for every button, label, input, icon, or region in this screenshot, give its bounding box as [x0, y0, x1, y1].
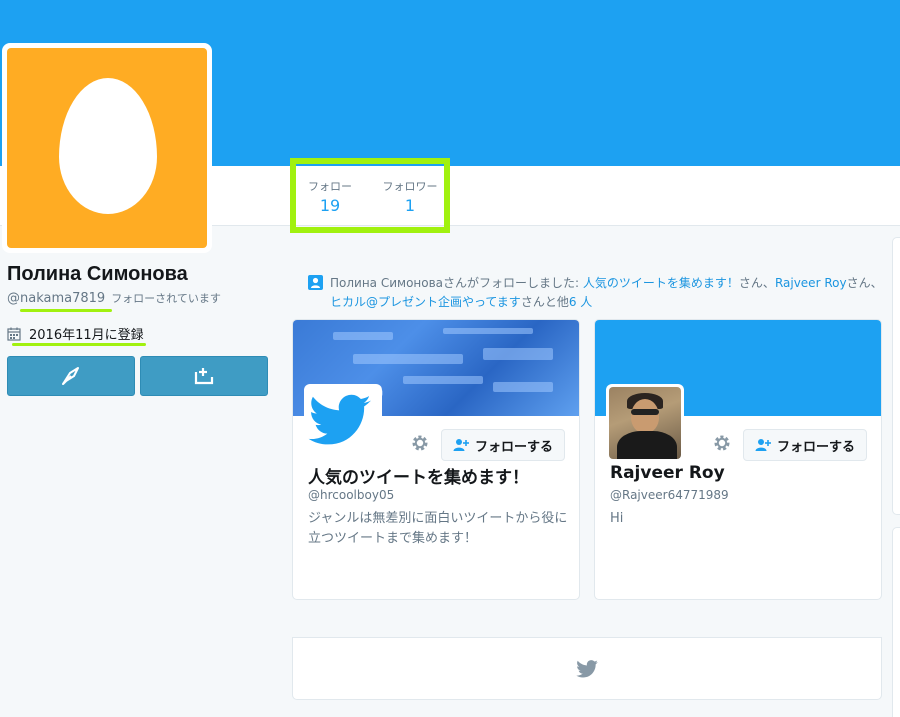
message-plus-icon: [194, 368, 214, 385]
activity-link-2[interactable]: Rajveer Roy: [775, 276, 847, 290]
card-handle[interactable]: @Rajveer64771989: [610, 488, 729, 502]
activity-text: Полина Симоноваさんがフォローしました: 人気のツイートを集めます…: [308, 274, 888, 312]
follow-button[interactable]: フォローする: [441, 429, 565, 461]
joined-highlight: [12, 343, 146, 346]
activity-suffix: さんと他: [520, 295, 569, 309]
profile-name[interactable]: Полина Симонова: [7, 263, 188, 286]
stat-followers-value: 1: [404, 196, 416, 215]
default-egg-avatar: [7, 48, 207, 248]
card-handle[interactable]: @hrcoolboy05: [308, 488, 394, 502]
message-button[interactable]: [140, 356, 268, 396]
stat-following-value: 19: [319, 196, 341, 215]
follow-button[interactable]: フォローする: [743, 429, 867, 461]
right-sidebar-module: [892, 237, 900, 515]
person-plus-icon: [453, 439, 469, 451]
follow-activity: Полина Симоноваさんがフォローしました: 人気のツイートを集めます…: [308, 274, 888, 312]
card-bio: Hi: [610, 511, 624, 526]
user-card[interactable]: フォローする Rajveer Roy @Rajveer64771989 Hi: [594, 319, 882, 600]
stat-following[interactable]: フォロー 19: [300, 178, 360, 215]
screen-name-row: @nakama7819 フォローされています: [7, 290, 221, 306]
card-bio: ジャンルは無差別に面白いツイートから役に立つツイートまで集めます！: [308, 511, 568, 546]
screen-name-highlight: [20, 309, 112, 312]
screen-name[interactable]: @nakama7819: [7, 291, 105, 306]
activity-link-1[interactable]: 人気のツイートを集めます！: [583, 276, 739, 290]
card-avatar[interactable]: [304, 384, 382, 462]
follow-button-label: フォローする: [474, 439, 553, 455]
twitter-bird-icon: [308, 394, 372, 445]
quill-icon: [62, 367, 79, 385]
profile-avatar[interactable]: [2, 43, 212, 253]
egg-icon: [59, 78, 157, 214]
activity-sep-1: さん、: [738, 276, 775, 290]
stat-followers[interactable]: フォロワー 1: [380, 178, 440, 215]
right-sidebar-module: [892, 527, 900, 717]
gear-icon[interactable]: [712, 433, 732, 453]
person-plus-icon: [755, 439, 771, 451]
activity-sep-2: さん、: [846, 276, 883, 290]
card-avatar[interactable]: [606, 384, 684, 462]
calendar-icon: [7, 327, 21, 341]
activity-link-3[interactable]: ヒカル@プレゼント企画やってます: [330, 295, 521, 309]
card-name[interactable]: Rajveer Roy: [610, 463, 725, 483]
activity-link-4[interactable]: 6 人: [569, 295, 592, 309]
follow-button-label: フォローする: [776, 439, 855, 455]
follows-you-badge: フォローされています: [111, 292, 221, 305]
activity-prefix: Полина Симоноваさんがフォローしました:: [330, 276, 583, 290]
gear-icon[interactable]: [410, 433, 430, 453]
user-photo: [609, 387, 681, 459]
stat-followers-label: フォロワー: [382, 180, 438, 193]
twitter-bird-icon: [576, 659, 598, 677]
user-card[interactable]: フォローする 人気のツイートを集めます！ @hrcoolboy05 ジャンルは無…: [292, 319, 580, 600]
tweet-to-button[interactable]: [7, 356, 135, 396]
person-icon: [308, 275, 323, 290]
joined-text: 2016年11月に登録: [29, 328, 144, 343]
stat-following-label: フォロー: [308, 180, 352, 193]
card-name[interactable]: 人気のツイートを集めます！: [308, 463, 529, 488]
joined-date: 2016年11月に登録: [7, 324, 144, 343]
twitter-bird-avatar: [307, 387, 379, 459]
timeline-end-panel: [292, 637, 882, 700]
